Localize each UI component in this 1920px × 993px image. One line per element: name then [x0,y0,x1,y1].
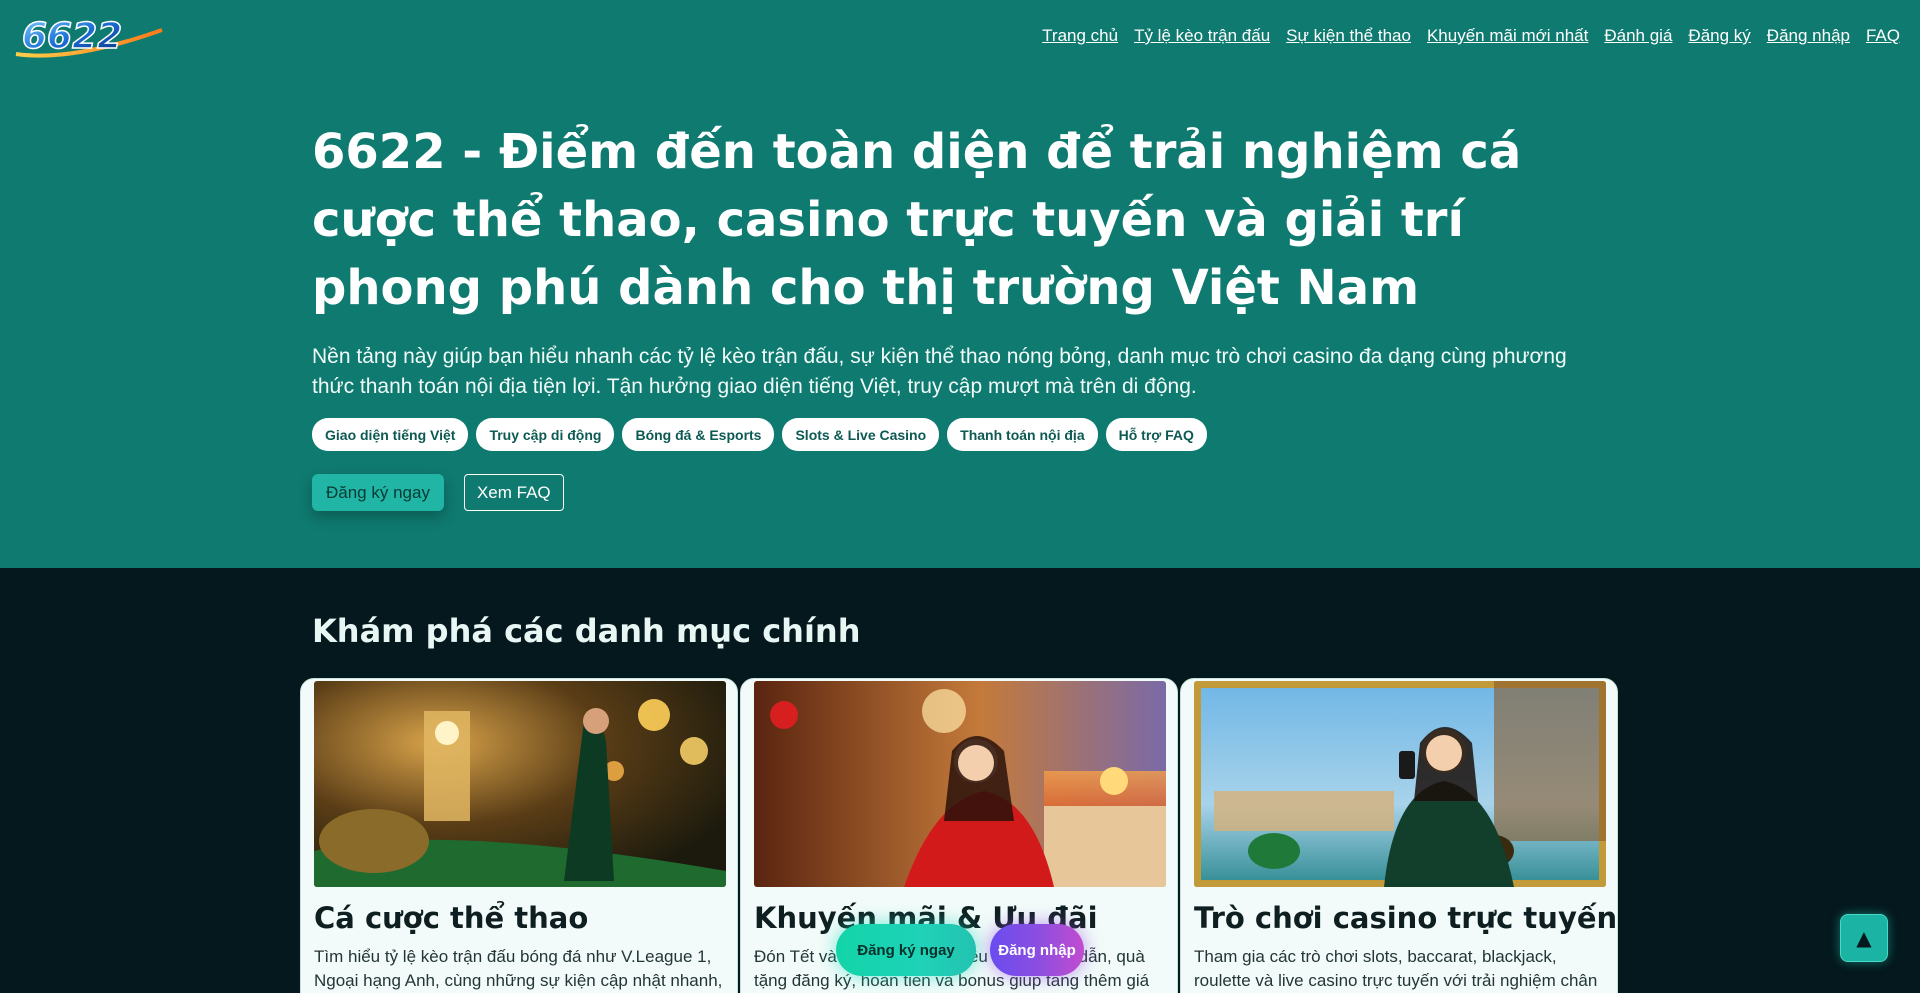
casino-card-image [1194,681,1606,887]
nav-link-reviews[interactable]: Đánh giá [1604,26,1672,46]
category-card-casino[interactable]: Trò chơi casino trực tuyến Tham gia các … [1180,678,1618,993]
category-card-sports[interactable]: Cá cược thể thao Tìm hiểu tỷ lệ kèo trận… [300,678,738,993]
chip-vietnamese-ui: Giao diện tiếng Việt [312,418,469,451]
chip-mobile-access: Truy cập di động [476,418,615,451]
promotions-card-image [754,681,1166,887]
back-to-top-button[interactable]: ▲ [1840,914,1888,962]
feature-chips: Giao diện tiếng Việt Truy cập di động Bó… [312,418,1207,451]
chip-football-esports: Bóng đá & Esports [622,418,775,451]
main-nav: Trang chủ Tỷ lệ kèo trận đấu Sự kiện thể… [1042,26,1900,46]
hero-cta-row: Đăng ký ngay Xem FAQ [312,474,564,511]
logo-text: 6622 [22,16,122,57]
categories-title: Khám phá các danh mục chính [312,612,861,650]
nav-link-home[interactable]: Trang chủ [1042,26,1118,46]
hero-description: Nền tảng này giúp bạn hiểu nhanh các tỷ … [312,345,1567,398]
sports-card-image [314,681,726,887]
chip-local-payment: Thanh toán nội địa [947,418,1098,451]
nav-link-odds[interactable]: Tỷ lệ kèo trận đấu [1134,26,1270,46]
casino-card-text: Tham gia các trò chơi slots, baccarat, b… [1194,947,1598,990]
nav-link-register[interactable]: Đăng ký [1688,26,1750,46]
register-now-button[interactable]: Đăng ký ngay [312,474,444,511]
nav-link-login[interactable]: Đăng nhập [1767,26,1850,46]
nav-link-events[interactable]: Sự kiện thể thao [1286,26,1411,46]
sports-card-text: Tìm hiểu tỷ lệ kèo trận đấu bóng đá như … [314,947,723,990]
casino-card-title: Trò chơi casino trực tuyến [1194,901,1618,935]
floating-register-button[interactable]: Đăng ký ngay [836,924,976,976]
floating-login-button[interactable]: Đăng nhập [990,924,1084,976]
sports-card-title: Cá cược thể thao [314,901,589,935]
nav-link-promotions[interactable]: Khuyến mãi mới nhất [1427,26,1588,46]
hero-section: 6622 Trang chủ Tỷ lệ kèo trận đấu Sự kiệ… [0,0,1920,568]
arrow-up-icon: ▲ [1856,926,1872,950]
chip-slots-live-casino: Slots & Live Casino [782,418,940,451]
brand-logo[interactable]: 6622 [12,12,168,62]
view-faq-button[interactable]: Xem FAQ [463,474,564,511]
hero-title: 6622 - Điểm đến toàn diện để trải nghiệm… [312,124,1522,316]
chip-faq-support: Hỗ trợ FAQ [1105,418,1207,451]
nav-link-faq[interactable]: FAQ [1866,26,1900,46]
